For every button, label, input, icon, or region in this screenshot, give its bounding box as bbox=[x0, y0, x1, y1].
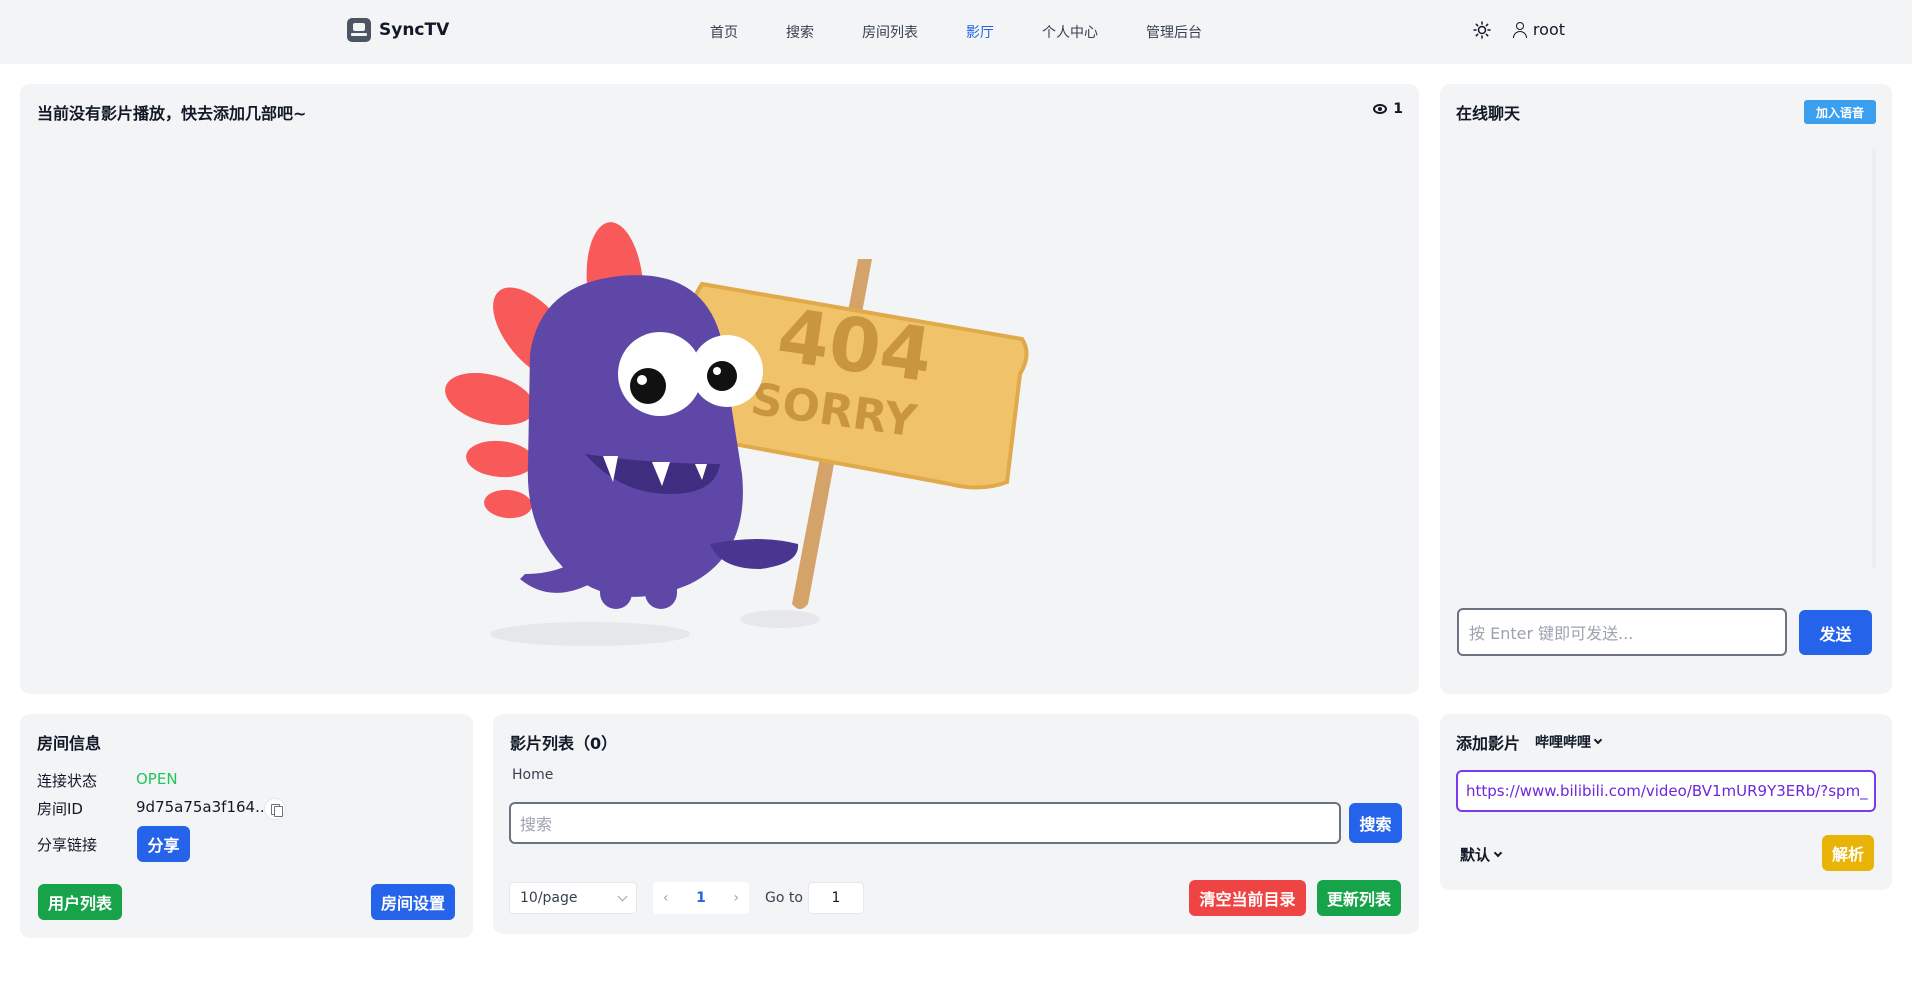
logo[interactable]: SyncTV bbox=[347, 18, 449, 42]
404-monster-illustration: 404 SORRY bbox=[445, 222, 1029, 646]
movie-search-button[interactable]: 搜索 bbox=[1349, 803, 1402, 843]
page-size-select[interactable]: 10/page bbox=[509, 882, 637, 914]
share-label: 分享链接 bbox=[37, 836, 98, 854]
page-size-value: 10/page bbox=[520, 890, 578, 906]
player-title: 当前没有影片播放，快去添加几部吧~ bbox=[37, 104, 307, 123]
nav-cinema[interactable]: 影厅 bbox=[966, 22, 994, 42]
clear-directory-button[interactable]: 清空当前目录 bbox=[1189, 880, 1306, 916]
spike bbox=[445, 372, 535, 426]
chevron-down-icon bbox=[617, 891, 628, 901]
prev-page-icon[interactable]: ‹ bbox=[663, 890, 669, 906]
refresh-list-button[interactable]: 更新列表 bbox=[1317, 880, 1401, 916]
chat-message-input[interactable]: 按 Enter 键即可发送... bbox=[1457, 608, 1787, 656]
add-movie-card: 添加影片 哔哩哔哩 https://www.bilibili.com/video… bbox=[1440, 714, 1892, 890]
goto-page-input[interactable]: 1 bbox=[808, 882, 864, 914]
status-label: 连接状态 bbox=[37, 772, 98, 790]
monster-eye-shine bbox=[713, 367, 721, 375]
player-card: 当前没有影片播放，快去添加几部吧~ 1 404 SORRY bbox=[20, 84, 1419, 694]
spike bbox=[466, 440, 534, 478]
mode-value: 默认 bbox=[1460, 846, 1491, 864]
next-page-icon[interactable]: › bbox=[733, 890, 739, 906]
user-list-button[interactable]: 用户列表 bbox=[38, 884, 122, 920]
nav-search[interactable]: 搜索 bbox=[786, 22, 814, 42]
monster-pupil bbox=[707, 361, 737, 391]
theme-toggle-sun-icon[interactable] bbox=[1473, 20, 1491, 39]
chat-card: 在线聊天 加入语音 按 Enter 键即可发送... 发送 bbox=[1440, 84, 1892, 694]
movie-list-title: 影片列表（0） bbox=[510, 734, 618, 753]
source-select[interactable]: 哔哩哔哩 bbox=[1535, 732, 1603, 752]
share-button[interactable]: 分享 bbox=[137, 826, 190, 862]
shadow-post bbox=[740, 610, 820, 628]
room-info-card: 房间信息 连接状态 OPEN 房间ID 9d75a75a3f164... 分享链… bbox=[20, 714, 473, 938]
room-id-value: 9d75a75a3f164... bbox=[136, 798, 270, 816]
join-voice-button[interactable]: 加入语音 bbox=[1803, 100, 1876, 124]
monster-arm bbox=[710, 539, 799, 569]
eye-icon bbox=[1373, 104, 1388, 114]
pagination: ‹ 1 › bbox=[653, 882, 749, 914]
page-number[interactable]: 1 bbox=[696, 890, 706, 906]
breadcrumb[interactable]: Home bbox=[512, 767, 553, 783]
spike bbox=[484, 489, 532, 519]
user-icon bbox=[1512, 21, 1527, 38]
username: root bbox=[1532, 20, 1565, 39]
tv-logo-icon bbox=[347, 18, 371, 42]
app-name: SyncTV bbox=[379, 20, 450, 40]
nav-home[interactable]: 首页 bbox=[710, 22, 738, 42]
movie-search-input[interactable]: 搜索 bbox=[509, 802, 1341, 844]
viewer-count-value: 1 bbox=[1393, 101, 1403, 117]
shadow-monster bbox=[490, 622, 690, 646]
main-nav: 首页 搜索 房间列表 影厅 个人中心 管理后台 bbox=[710, 0, 1202, 64]
room-settings-button[interactable]: 房间设置 bbox=[371, 884, 455, 920]
chevron-down-icon bbox=[1493, 848, 1503, 857]
status-value: OPEN bbox=[136, 770, 178, 788]
monster-body bbox=[527, 275, 743, 597]
room-id-label: 房间ID bbox=[37, 800, 83, 818]
movie-url-input[interactable]: https://www.bilibili.com/video/BV1mUR9Y3… bbox=[1456, 770, 1876, 812]
room-info-title: 房间信息 bbox=[37, 734, 102, 753]
header-actions: root bbox=[1473, 20, 1565, 39]
monster-pupil bbox=[630, 368, 666, 404]
chat-scrollbar[interactable] bbox=[1872, 148, 1876, 568]
nav-admin[interactable]: 管理后台 bbox=[1146, 22, 1202, 42]
parse-button[interactable]: 解析 bbox=[1822, 835, 1874, 871]
nav-profile[interactable]: 个人中心 bbox=[1042, 22, 1098, 42]
source-value: 哔哩哔哩 bbox=[1535, 735, 1591, 751]
chevron-down-icon bbox=[1593, 735, 1603, 745]
movie-list-card: 影片列表（0） Home 搜索 搜索 10/page ‹ 1 › Go to 1… bbox=[493, 714, 1419, 934]
send-button[interactable]: 发送 bbox=[1799, 610, 1872, 655]
copy-icon[interactable] bbox=[264, 798, 286, 820]
mode-select[interactable]: 默认 bbox=[1460, 844, 1503, 865]
monster-eye-shine bbox=[637, 375, 647, 385]
add-movie-title: 添加影片 bbox=[1456, 734, 1521, 753]
user-menu[interactable]: root bbox=[1512, 20, 1565, 39]
nav-room-list[interactable]: 房间列表 bbox=[862, 22, 918, 42]
goto-label: Go to bbox=[765, 890, 803, 906]
top-navbar: SyncTV 首页 搜索 房间列表 影厅 个人中心 管理后台 root bbox=[0, 0, 1912, 64]
chat-title: 在线聊天 bbox=[1456, 104, 1521, 123]
viewer-count: 1 bbox=[1373, 101, 1403, 117]
